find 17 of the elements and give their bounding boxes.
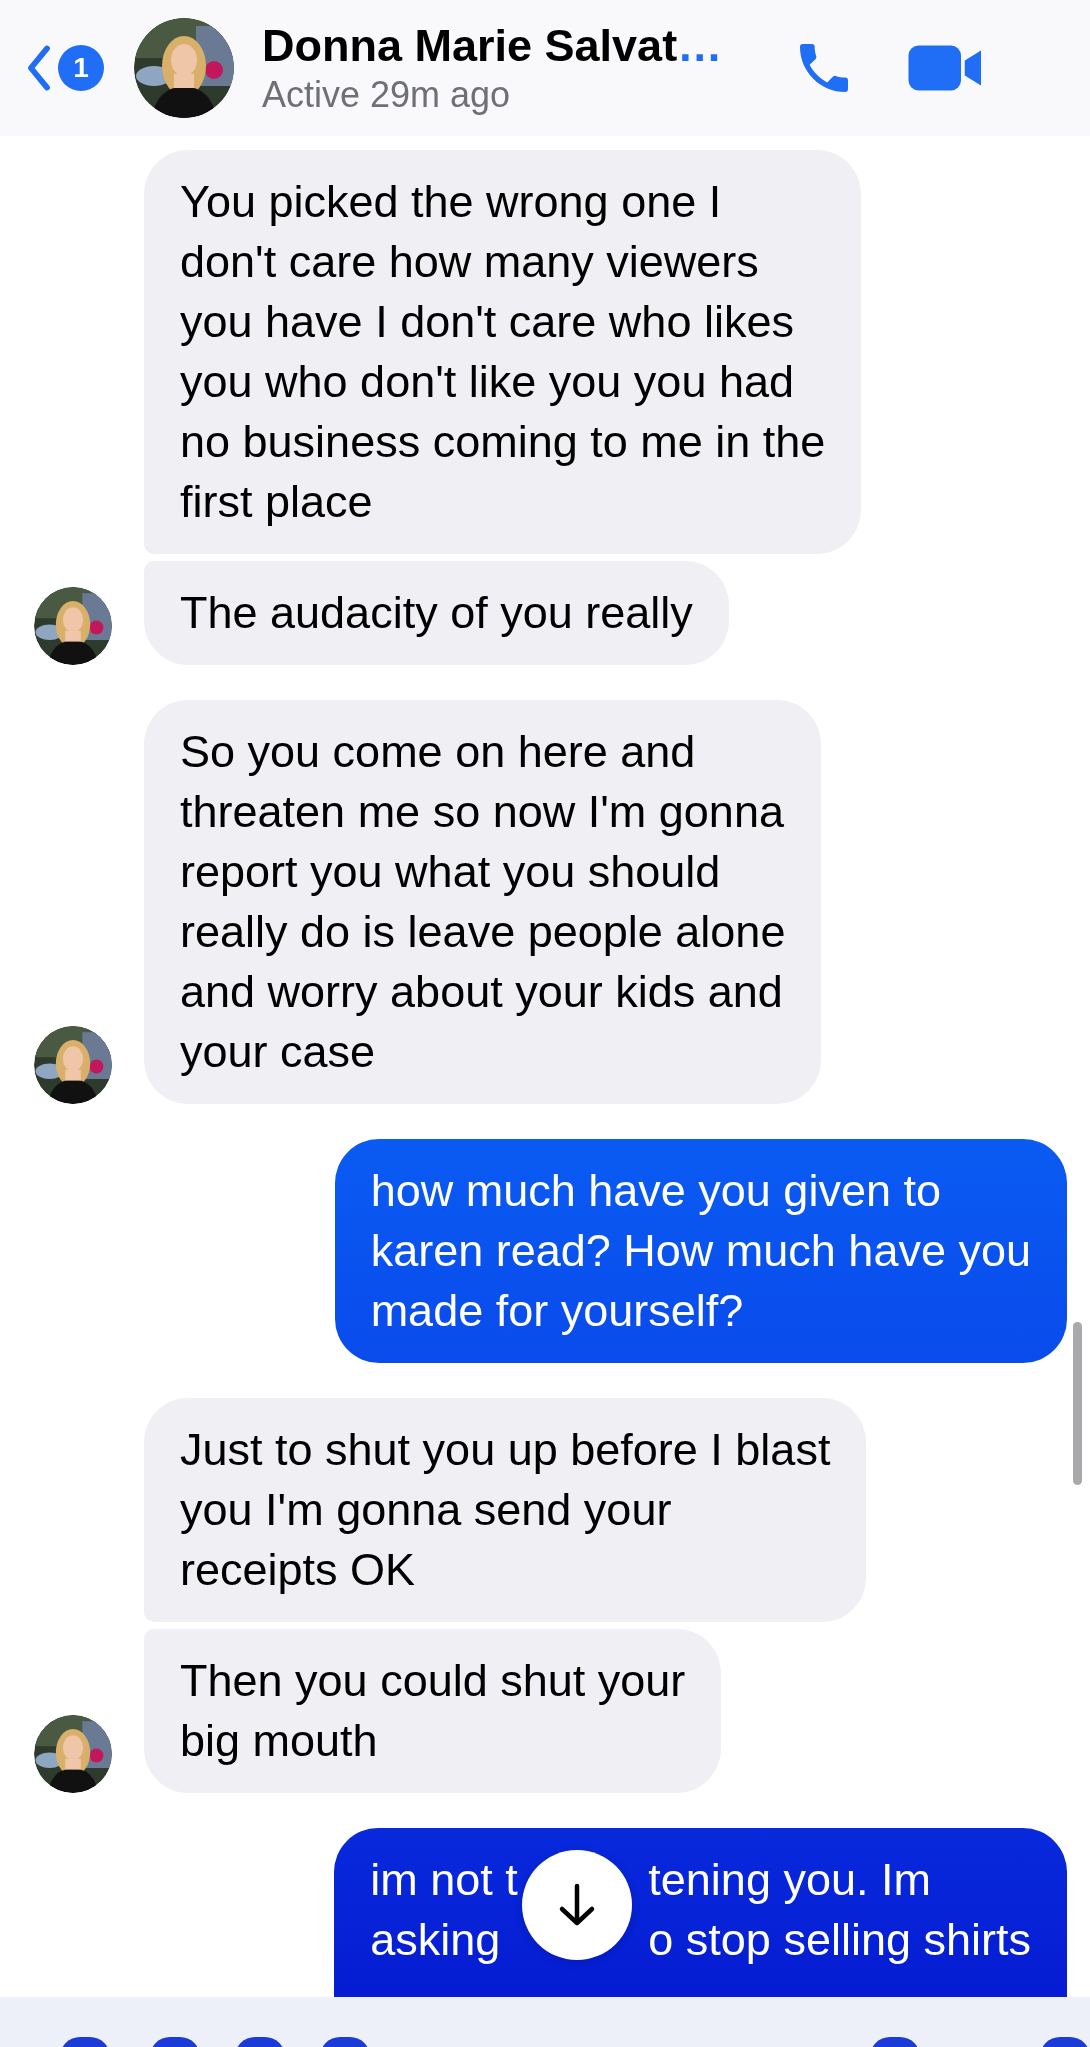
contact-name: Donna Marie Salvat xyxy=(262,20,678,72)
unread-badge: 1 xyxy=(58,45,104,91)
message-bubble: So you come on here and threaten me so now I'm gonna report you what you should really do is leave people alone and worry about your kids and your case xyxy=(144,700,822,1104)
active-status: Active 29m ago xyxy=(262,74,512,116)
message-bubble: You picked the wrong one I don't care how many viewers you have I don't care who likes you who don't like you you had no business coming to me in the first place xyxy=(144,150,862,554)
message-bubble: how much have you given to karen read? How much have you made for yourself? xyxy=(334,1139,1067,1363)
message-text: asking xyxy=(370,1913,502,1967)
message-text: tening you. Im xyxy=(648,1853,931,1907)
name-ellipsis: … xyxy=(677,20,723,72)
message-bubble: Then you could shut your big mouth xyxy=(144,1629,722,1793)
back-chevron-icon xyxy=(26,45,52,91)
back-button[interactable]: 1 xyxy=(26,45,104,91)
message-bubble: The audacity of you really xyxy=(144,561,729,665)
video-camera-icon[interactable] xyxy=(908,43,984,93)
message-bubble: Just to shut you up before I blast you I'm gonna send your receipts OK xyxy=(144,1398,867,1622)
message-text: im not t xyxy=(370,1853,519,1907)
message-text: o stop selling shirts xyxy=(648,1913,1031,1967)
